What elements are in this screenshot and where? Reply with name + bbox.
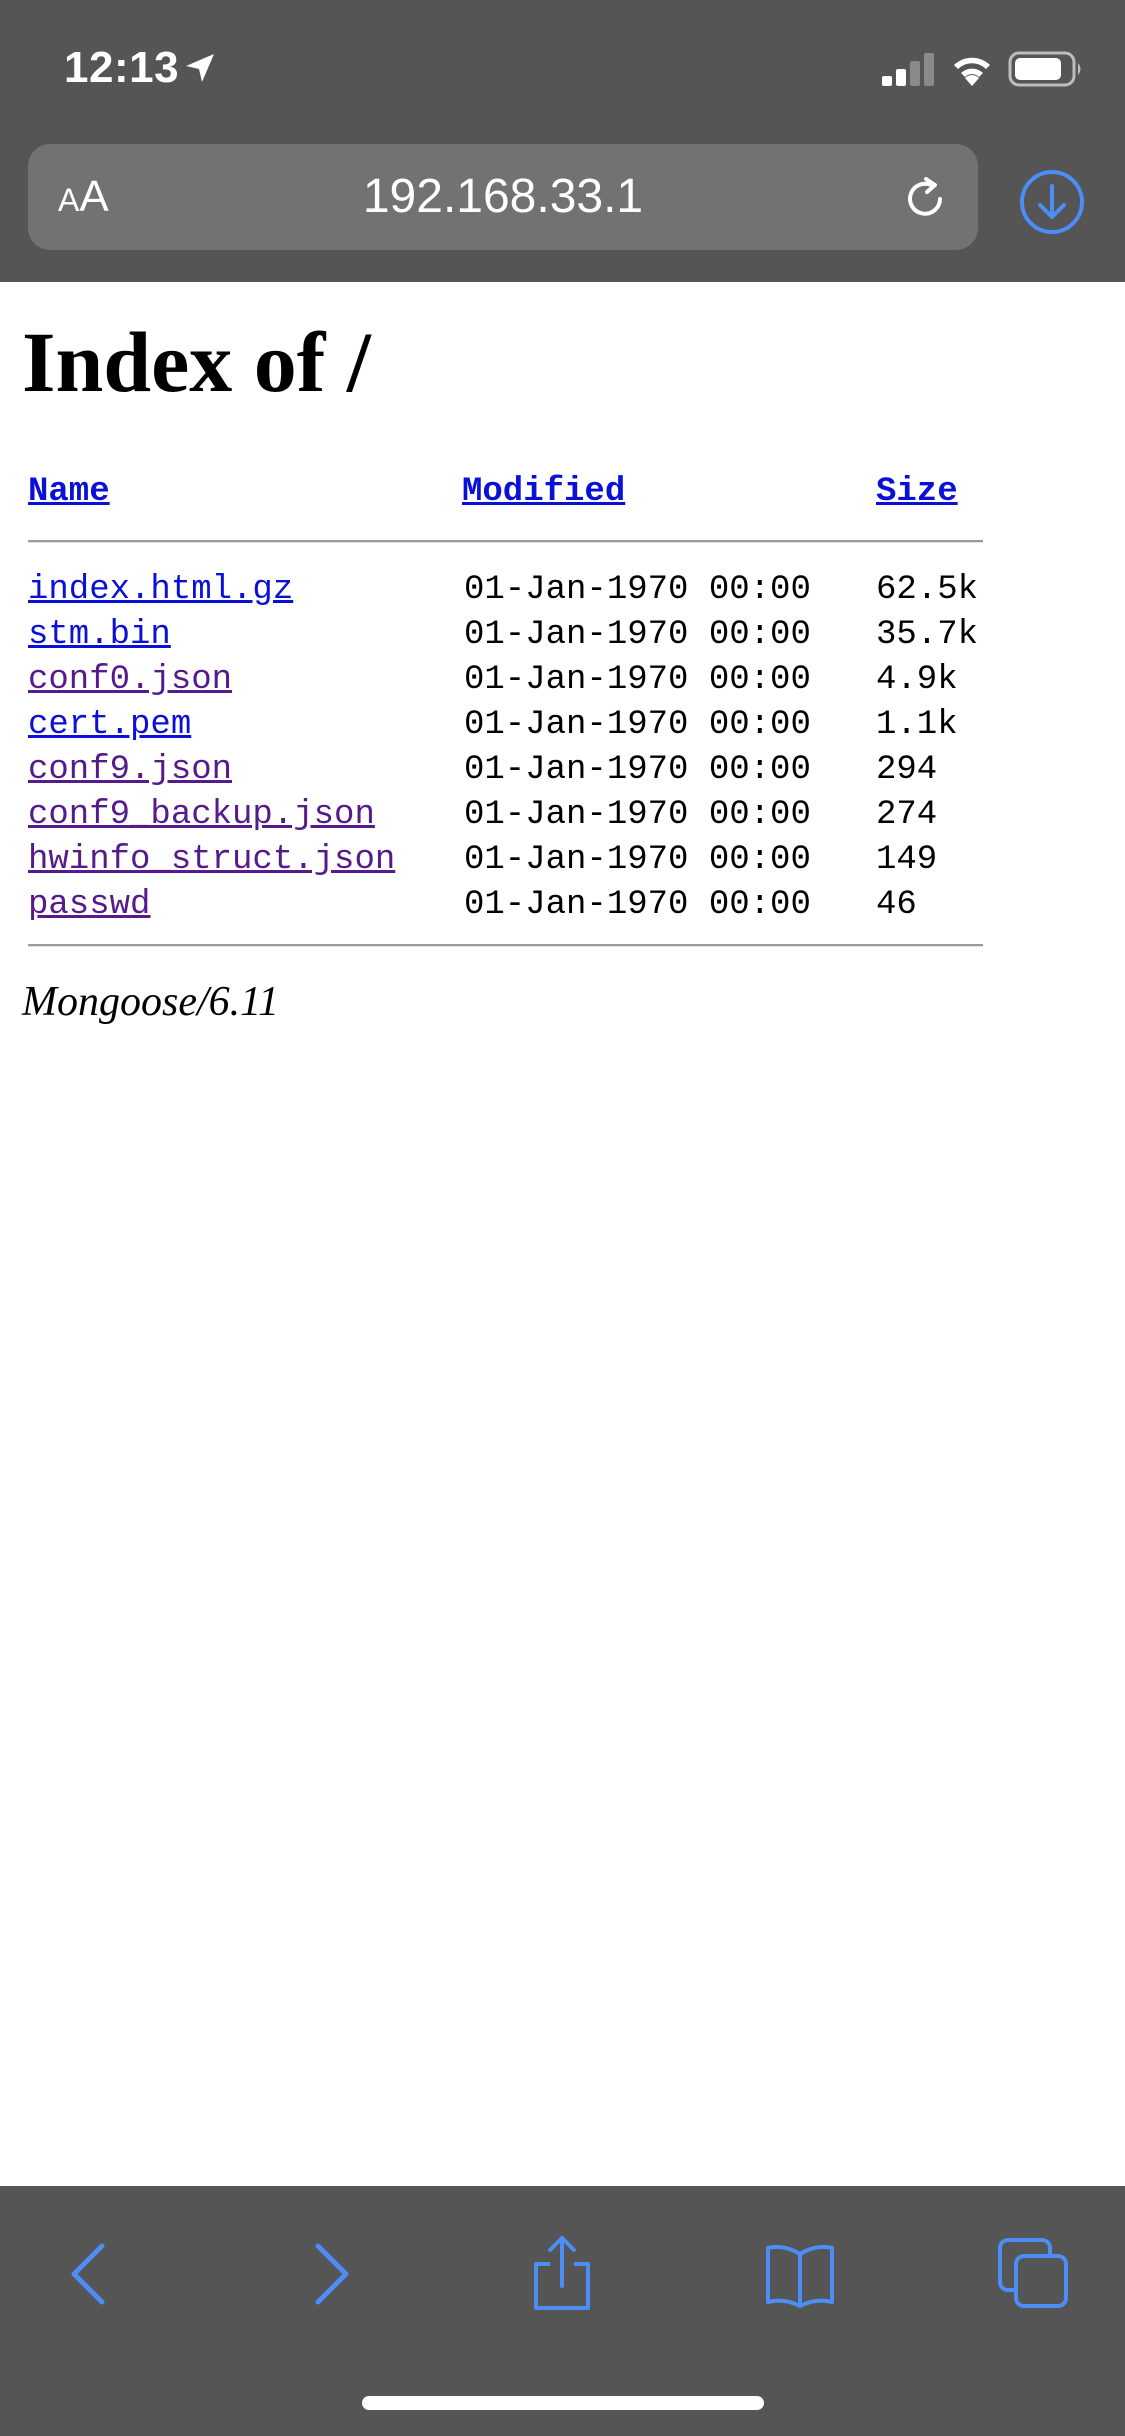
name-column-header[interactable]: Name — [28, 472, 110, 512]
wifi-icon — [954, 57, 990, 86]
back-icon[interactable] — [52, 2234, 132, 2314]
file-size: 1.1k — [876, 706, 958, 744]
bookmarks-icon[interactable] — [760, 2234, 840, 2314]
page-title: Index of / — [22, 314, 371, 410]
browser-bottom-toolbar — [0, 2186, 1125, 2436]
page-content: Index of / Name Modified Size index.html… — [0, 282, 1125, 2186]
status-time: 12:13 — [64, 43, 180, 92]
modified-column-header[interactable]: Modified — [462, 472, 625, 512]
tabs-icon[interactable] — [994, 2234, 1074, 2314]
reload-icon[interactable] — [900, 174, 950, 224]
file-modified: 01-Jan-1970 00:00 — [464, 751, 811, 789]
file-size: 274 — [876, 796, 938, 834]
file-link[interactable]: conf9_backup.json — [28, 793, 375, 838]
footer-divider — [28, 944, 983, 947]
file-size: 294 — [876, 751, 938, 789]
share-icon[interactable] — [522, 2234, 602, 2314]
file-modified: 01-Jan-1970 00:00 — [464, 661, 811, 699]
file-modified: 01-Jan-1970 00:00 — [464, 706, 811, 744]
location-arrow-icon — [186, 54, 214, 82]
header-divider — [28, 540, 983, 543]
size-column-header[interactable]: Size — [876, 472, 958, 512]
file-row: passwd 01-Jan-1970 00:00 46 — [0, 883, 1125, 928]
download-icon[interactable] — [1018, 168, 1086, 236]
url-text[interactable]: 192.168.33.1 — [28, 144, 978, 250]
address-bar[interactable]: AA 192.168.33.1 — [28, 144, 978, 250]
file-link[interactable]: conf0.json — [28, 658, 232, 703]
file-row: conf0.json 01-Jan-1970 00:00 4.9k — [0, 658, 1125, 703]
file-modified: 01-Jan-1970 00:00 — [464, 841, 811, 879]
file-link[interactable]: conf9.json — [28, 748, 232, 793]
file-modified: 01-Jan-1970 00:00 — [464, 616, 811, 654]
file-row: conf9.json 01-Jan-1970 00:00 294 — [0, 748, 1125, 793]
file-size: 35.7k — [876, 616, 979, 654]
file-size: 4.9k — [876, 661, 958, 699]
file-modified: 01-Jan-1970 00:00 — [464, 571, 811, 609]
file-row: cert.pem 01-Jan-1970 00:00 1.1k — [0, 703, 1125, 748]
forward-icon[interactable] — [288, 2234, 368, 2314]
file-size: 46 — [876, 886, 917, 924]
file-link[interactable]: index.html.gz — [28, 568, 293, 613]
file-list: index.html.gz 01-Jan-1970 00:00 62.5k st… — [0, 568, 1125, 928]
file-modified: 01-Jan-1970 00:00 — [464, 796, 811, 834]
cellular-signal-icon — [882, 53, 934, 86]
file-link[interactable]: stm.bin — [28, 613, 171, 658]
battery-icon — [1008, 51, 1081, 87]
file-modified: 01-Jan-1970 00:00 — [464, 886, 811, 924]
browser-top-chrome: 12:13 AA 192.168.33.1 — [0, 0, 1125, 282]
file-row: stm.bin 01-Jan-1970 00:00 35.7k — [0, 613, 1125, 658]
file-link[interactable]: cert.pem — [28, 703, 191, 748]
file-row: index.html.gz 01-Jan-1970 00:00 62.5k — [0, 568, 1125, 613]
server-signature: Mongoose/6.11 — [22, 979, 280, 1025]
file-row: conf9_backup.json 01-Jan-1970 00:00 274 — [0, 793, 1125, 838]
file-link[interactable]: hwinfo_struct.json — [28, 838, 395, 883]
file-size: 62.5k — [876, 571, 979, 609]
home-indicator[interactable] — [362, 2396, 764, 2410]
file-size: 149 — [876, 841, 938, 879]
file-link[interactable]: passwd — [28, 883, 150, 928]
file-row: hwinfo_struct.json 01-Jan-1970 00:00 149 — [0, 838, 1125, 883]
